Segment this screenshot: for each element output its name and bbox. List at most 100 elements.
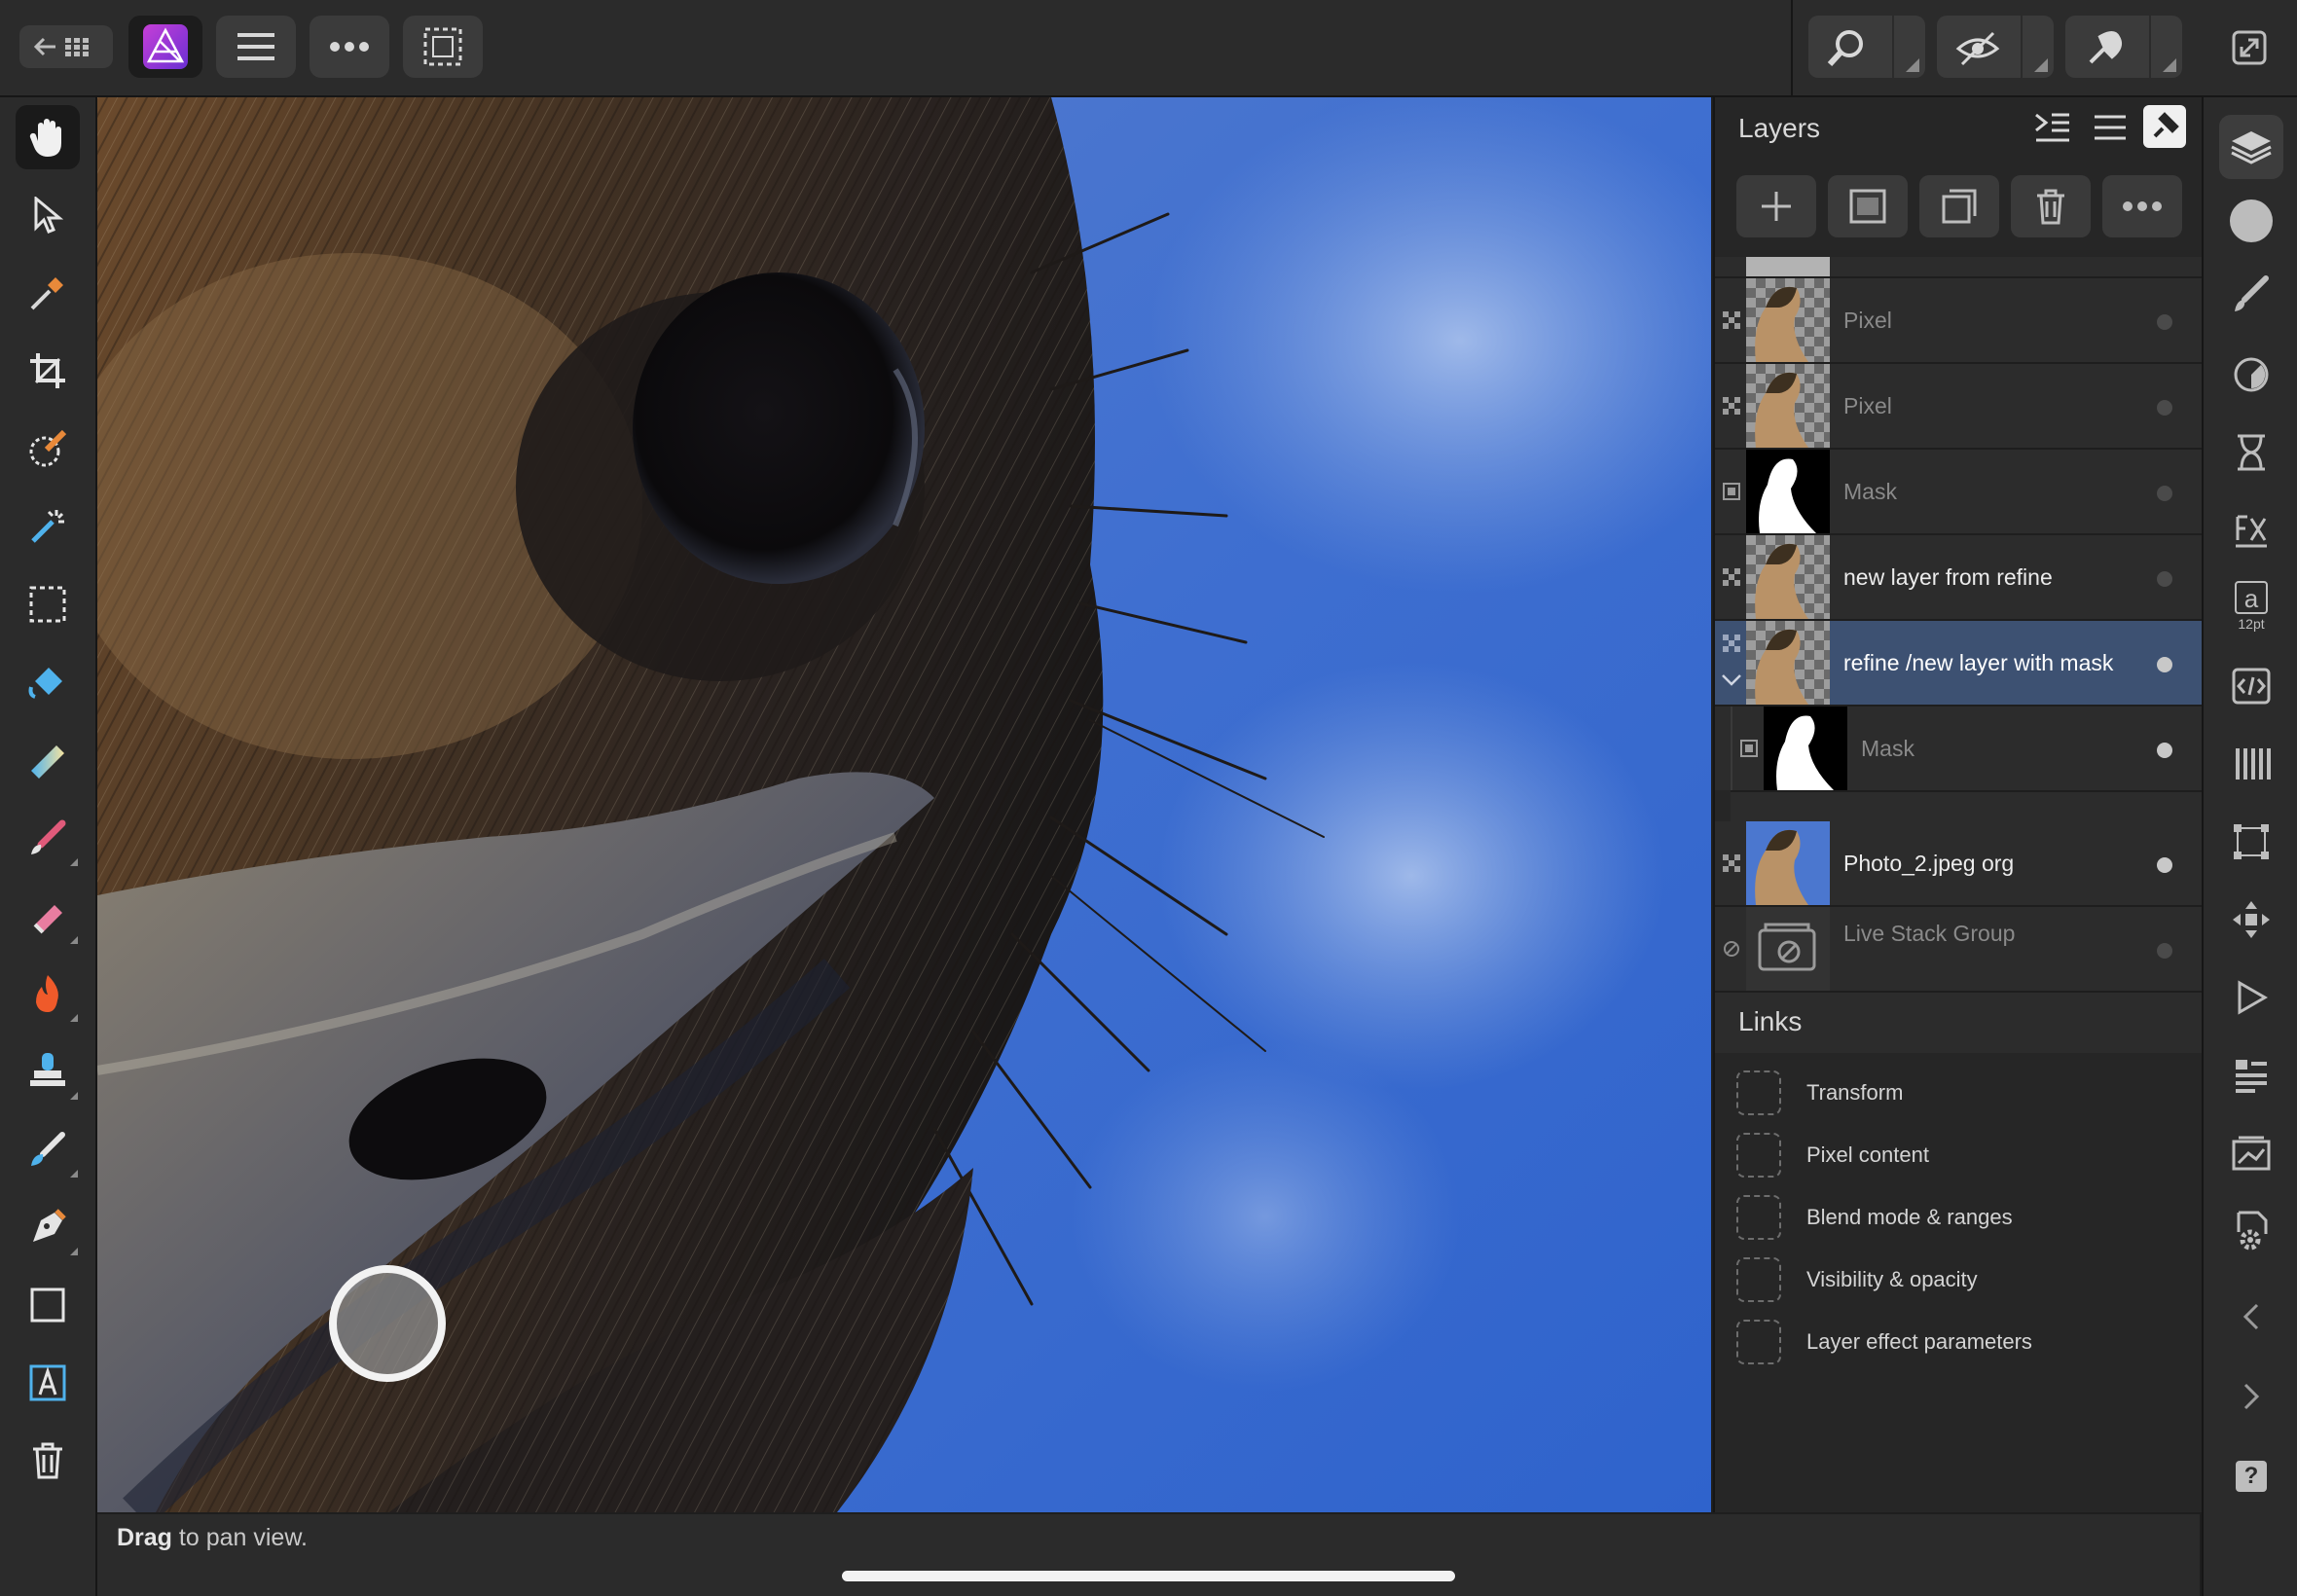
more-button[interactable] xyxy=(310,16,389,78)
visibility-toggle[interactable] xyxy=(2157,400,2172,416)
mask-layer-button[interactable] xyxy=(1828,175,1908,237)
color-picker-tool[interactable] xyxy=(16,261,80,325)
layer-row[interactable]: new layer from refine xyxy=(1715,535,2202,621)
pixel-layer-icon xyxy=(1723,854,1740,872)
layers-studio-button[interactable] xyxy=(2219,115,2283,179)
visibility-toggle[interactable] xyxy=(2157,743,2172,758)
add-layer-button[interactable] xyxy=(1736,175,1816,237)
layer-row[interactable]: Pixel xyxy=(1715,364,2202,450)
flood-fill-tool[interactable] xyxy=(16,650,80,714)
chevron-left-button[interactable] xyxy=(2219,1285,2283,1349)
character-size-label: 12pt xyxy=(2238,616,2265,632)
dodge-burn-tool[interactable] xyxy=(16,961,80,1026)
fullscreen-button[interactable] xyxy=(2229,27,2270,68)
menu-button[interactable] xyxy=(216,16,296,78)
tools-panel xyxy=(0,97,97,1596)
mask-layer-icon xyxy=(1723,483,1740,500)
view-icon xyxy=(1955,31,2000,66)
layer-row[interactable]: Mask xyxy=(1715,450,2202,535)
layer-thumbnail xyxy=(1764,707,1847,790)
back-grid-icon xyxy=(33,37,89,56)
status-bar: Drag to pan view. xyxy=(97,1514,2200,1596)
gradient-tool[interactable] xyxy=(16,728,80,792)
channels-studio-button[interactable] xyxy=(2219,732,2283,796)
layer-row[interactable]: Pixel xyxy=(1715,278,2202,364)
layers-panel: Layers Pixel Pixel Mask new layer from r… xyxy=(1713,97,2202,1512)
fx-studio-button[interactable] xyxy=(2219,498,2283,562)
home-indicator[interactable] xyxy=(842,1571,1455,1581)
chevron-right-button[interactable] xyxy=(2219,1364,2283,1429)
rectangle-tool[interactable] xyxy=(16,1273,80,1337)
color-studio-button[interactable] xyxy=(2219,189,2283,253)
healing-brush-tool[interactable] xyxy=(16,1117,80,1181)
panel-menu-icon[interactable] xyxy=(2093,113,2128,142)
layer-thumbnail xyxy=(1746,821,1830,905)
visibility-toggle[interactable] xyxy=(2157,571,2172,587)
menu-icon xyxy=(237,33,274,60)
layer-row-selected[interactable]: refine /new layer with mask xyxy=(1715,621,2202,707)
paint-brush-tool[interactable] xyxy=(16,806,80,870)
touch-indicator xyxy=(329,1265,446,1382)
erase-brush-tool[interactable] xyxy=(16,884,80,948)
selection-brush-icon xyxy=(29,429,67,467)
pixel-layer-icon xyxy=(1723,397,1740,415)
delete-icon xyxy=(2037,189,2064,225)
selection-brush-tool[interactable] xyxy=(16,417,80,481)
layers-icon xyxy=(2231,131,2272,164)
code-studio-button[interactable] xyxy=(2219,654,2283,718)
stock-studio-button[interactable] xyxy=(2219,1043,2283,1107)
back-to-home-button[interactable] xyxy=(19,25,113,68)
layer-more-button[interactable] xyxy=(2102,175,2182,237)
macro-studio-button[interactable] xyxy=(2219,965,2283,1030)
help-button[interactable]: ? xyxy=(2219,1444,2283,1508)
navigator-studio-button[interactable] xyxy=(2219,888,2283,952)
chevron-down-icon[interactable] xyxy=(1721,673,1742,687)
selection-icon xyxy=(423,27,462,66)
view-button[interactable] xyxy=(1937,16,2054,78)
clone-stamp-tool[interactable] xyxy=(16,1039,80,1104)
document-canvas[interactable] xyxy=(97,97,1711,1512)
layer-row[interactable]: Live Stack Group xyxy=(1715,907,2202,993)
text-tool[interactable] xyxy=(16,1351,80,1415)
trash-icon xyxy=(33,1442,62,1479)
pin-panel-button[interactable] xyxy=(2143,105,2186,148)
selection-button[interactable] xyxy=(403,16,483,78)
crop-tool[interactable] xyxy=(16,339,80,403)
layer-row[interactable]: Photo_2.jpeg org xyxy=(1715,821,2202,907)
visibility-toggle[interactable] xyxy=(2157,857,2172,873)
move-tool[interactable] xyxy=(16,183,80,247)
hand-icon xyxy=(29,119,62,157)
emu-photo xyxy=(97,97,1711,1512)
layer-name: Mask xyxy=(1861,736,1914,761)
transform-studio-button[interactable] xyxy=(2219,810,2283,874)
duplicate-layer-button[interactable] xyxy=(1919,175,1999,237)
hand-tool[interactable] xyxy=(16,105,80,169)
layer-row-child[interactable]: Mask xyxy=(1715,707,2202,823)
layer-name: Mask xyxy=(1843,479,1897,504)
pin-icon xyxy=(2153,112,2179,138)
magic-wand-tool[interactable] xyxy=(16,494,80,559)
library-studio-button[interactable] xyxy=(2219,1121,2283,1185)
marquee-tool[interactable] xyxy=(16,572,80,636)
history-studio-button[interactable] xyxy=(2219,420,2283,485)
visibility-toggle[interactable] xyxy=(2157,657,2172,672)
brushes-studio-button[interactable] xyxy=(2219,263,2283,327)
adjustments-studio-button[interactable] xyxy=(2219,343,2283,407)
links-title: Links xyxy=(1738,1006,1803,1036)
assistant-button[interactable] xyxy=(2065,16,2182,78)
layer-thumbnail xyxy=(1746,535,1830,619)
delete-layer-button[interactable] xyxy=(2011,175,2091,237)
character-studio-button[interactable]: a 12pt xyxy=(2219,574,2283,638)
collapse-panel-icon[interactable] xyxy=(2034,111,2071,144)
settings-studio-button[interactable] xyxy=(2219,1199,2283,1263)
pen-icon xyxy=(33,1209,66,1242)
channels-icon xyxy=(2236,748,2271,780)
visibility-toggle[interactable] xyxy=(2157,314,2172,330)
pen-tool[interactable] xyxy=(16,1195,80,1259)
trash-tool[interactable] xyxy=(16,1429,80,1493)
visibility-toggle[interactable] xyxy=(2157,486,2172,501)
visibility-toggle[interactable] xyxy=(2157,943,2172,959)
affinity-photo-icon[interactable] xyxy=(128,16,202,78)
layer-row-partial[interactable] xyxy=(1715,257,2202,278)
zoom-button[interactable] xyxy=(1808,16,1925,78)
